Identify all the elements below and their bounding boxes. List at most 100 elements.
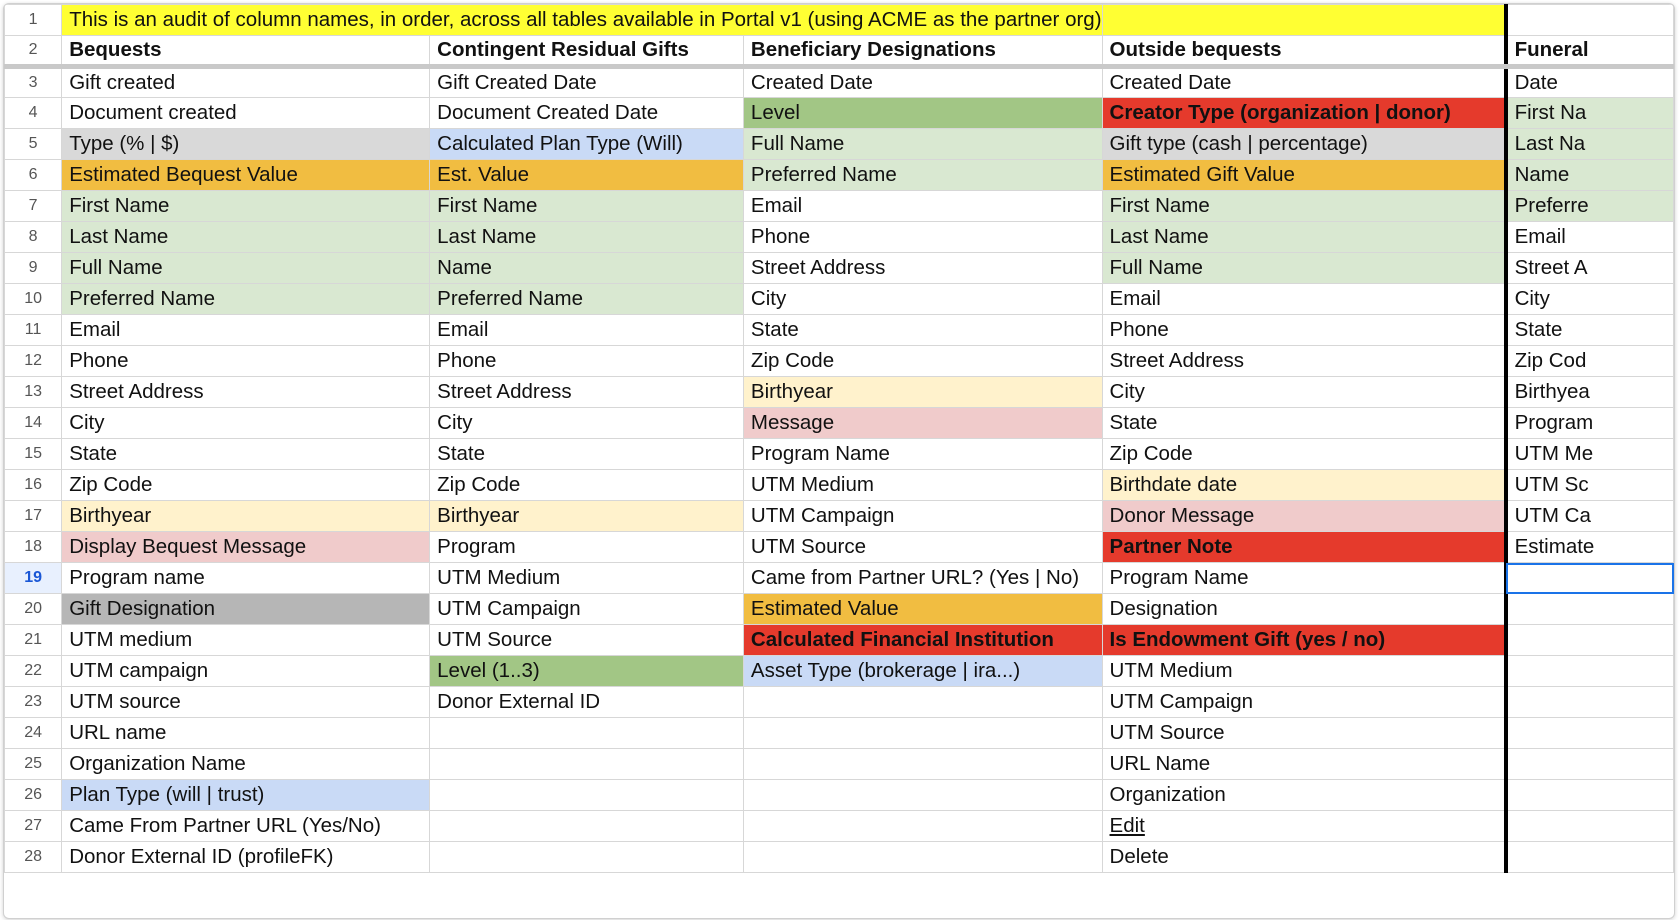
sheet-cell[interactable]: Email <box>1101 283 1507 315</box>
sheet-cell[interactable]: Birthyear <box>429 500 744 532</box>
sheet-cell[interactable]: Display Bequest Message <box>61 531 431 563</box>
sheet-cell[interactable] <box>1503 841 1674 873</box>
sheet-cell[interactable] <box>429 748 744 780</box>
sheet-cell[interactable]: Birthyea <box>1503 376 1674 408</box>
sheet-cell[interactable]: UTM Source <box>1101 717 1507 749</box>
sheet-cell[interactable]: Type (% | $) <box>61 128 431 160</box>
sheet-cell[interactable]: Full Name <box>1101 252 1507 284</box>
sheet-cell[interactable]: Created Date <box>742 66 1103 98</box>
sheet-cell[interactable] <box>1503 779 1674 811</box>
sheet-cell[interactable]: Designation <box>1101 593 1507 625</box>
sheet-cell[interactable]: UTM Medium <box>429 562 744 594</box>
sheet-cell[interactable]: Est. Value <box>429 159 744 191</box>
sheet-cell[interactable]: UTM Medium <box>1101 655 1507 687</box>
column-header[interactable]: Bequests <box>61 35 431 69</box>
sheet-cell[interactable]: State <box>742 314 1103 346</box>
sheet-cell[interactable]: Street Address <box>742 252 1103 284</box>
sheet-cell[interactable]: Street Address <box>61 376 431 408</box>
sheet-cell[interactable]: Creator Type (organization | donor) <box>1101 97 1507 129</box>
sheet-cell[interactable]: Plan Type (will | trust) <box>61 779 431 811</box>
sheet-cell[interactable]: URL Name <box>1101 748 1507 780</box>
sheet-cell[interactable]: Message <box>742 407 1103 439</box>
sheet-cell[interactable]: Partner Note <box>1101 531 1507 563</box>
row-number[interactable]: 13 <box>4 376 63 408</box>
sheet-cell[interactable]: UTM Campaign <box>742 500 1103 532</box>
sheet-cell[interactable]: Phone <box>1101 314 1507 346</box>
sheet-cell[interactable] <box>429 810 744 842</box>
row-number[interactable]: 3 <box>4 66 63 98</box>
sheet-cell[interactable]: Email <box>1503 221 1674 253</box>
sheet-cell[interactable] <box>1503 655 1674 687</box>
sheet-cell[interactable]: UTM Campaign <box>429 593 744 625</box>
sheet-cell[interactable]: Name <box>1503 159 1674 191</box>
sheet-cell[interactable]: UTM Source <box>742 531 1103 563</box>
sheet-cell[interactable]: Zip Code <box>1101 438 1507 470</box>
sheet-cell[interactable]: Zip Cod <box>1503 345 1674 377</box>
sheet-cell[interactable]: Date <box>1503 66 1674 98</box>
sheet-cell[interactable] <box>429 841 744 873</box>
sheet-cell[interactable]: UTM campaign <box>61 655 431 687</box>
sheet-cell[interactable]: State <box>429 438 744 470</box>
sheet-cell[interactable]: Email <box>742 190 1103 222</box>
sheet-cell[interactable]: UTM medium <box>61 624 431 656</box>
sheet-cell[interactable]: State <box>61 438 431 470</box>
row-number[interactable]: 12 <box>4 345 63 377</box>
sheet-cell[interactable]: Gift Created Date <box>429 66 744 98</box>
sheet-cell[interactable]: City <box>429 407 744 439</box>
sheet-cell[interactable]: Program <box>1503 407 1674 439</box>
row-number[interactable]: 26 <box>4 779 63 811</box>
row-number[interactable]: 16 <box>4 469 63 501</box>
row-number[interactable]: 1 <box>4 4 63 36</box>
sheet-cell[interactable]: UTM Medium <box>742 469 1103 501</box>
sheet-cell[interactable]: Zip Code <box>61 469 431 501</box>
sheet-cell[interactable] <box>742 841 1103 873</box>
sheet-cell[interactable]: Organization <box>1101 779 1507 811</box>
sheet-cell[interactable]: URL name <box>61 717 431 749</box>
row-number[interactable]: 28 <box>4 841 63 873</box>
column-header[interactable]: Funeral <box>1503 35 1674 69</box>
row-number[interactable]: 2 <box>4 35 63 69</box>
sheet-cell[interactable]: Phone <box>61 345 431 377</box>
row-number[interactable]: 7 <box>4 190 63 222</box>
sheet-cell[interactable]: First Name <box>61 190 431 222</box>
sheet-cell[interactable]: Came from Partner URL? (Yes | No) <box>742 562 1103 594</box>
sheet-cell[interactable]: Street Address <box>429 376 744 408</box>
sheet-cell[interactable]: Last Name <box>61 221 431 253</box>
row-number[interactable]: 5 <box>4 128 63 160</box>
sheet-cell[interactable]: UTM Sc <box>1503 469 1674 501</box>
sheet-cell[interactable]: Last Name <box>1101 221 1507 253</box>
sheet-cell[interactable]: Asset Type (brokerage | ira...) <box>742 655 1103 687</box>
sheet-cell[interactable]: Gift created <box>61 66 431 98</box>
spreadsheet-grid[interactable]: 1 This is an audit of column names, in o… <box>3 3 1675 919</box>
sheet-cell[interactable]: Estimated Value <box>742 593 1103 625</box>
sheet-cell[interactable]: Donor Message <box>1101 500 1507 532</box>
row-number[interactable]: 6 <box>4 159 63 191</box>
sheet-cell[interactable]: Birthyear <box>742 376 1103 408</box>
sheet-cell[interactable]: Last Name <box>429 221 744 253</box>
sheet-cell[interactable]: City <box>61 407 431 439</box>
sheet-cell[interactable]: Birthdate date <box>1101 469 1507 501</box>
sheet-cell[interactable]: Level (1..3) <box>429 655 744 687</box>
row-number[interactable]: 19 <box>4 562 63 594</box>
sheet-cell[interactable]: Name <box>429 252 744 284</box>
sheet-cell[interactable]: Full Name <box>61 252 431 284</box>
sheet-cell[interactable]: Preferred Name <box>61 283 431 315</box>
sheet-cell[interactable]: Document created <box>61 97 431 129</box>
sheet-cell[interactable]: Organization Name <box>61 748 431 780</box>
sheet-cell[interactable]: State <box>1101 407 1507 439</box>
sheet-cell[interactable]: Last Na <box>1503 128 1674 160</box>
sheet-cell[interactable]: Zip Code <box>429 469 744 501</box>
sheet-cell[interactable]: Street Address <box>1101 345 1507 377</box>
row-number[interactable]: 17 <box>4 500 63 532</box>
sheet-cell[interactable]: City <box>742 283 1103 315</box>
sheet-cell[interactable]: Calculated Plan Type (Will) <box>429 128 744 160</box>
column-header[interactable]: Contingent Residual Gifts <box>429 35 744 69</box>
sheet-cell[interactable] <box>1503 686 1674 718</box>
column-header[interactable]: Beneficiary Designations <box>742 35 1103 69</box>
sheet-cell[interactable]: Email <box>61 314 431 346</box>
row-number[interactable]: 4 <box>4 97 63 129</box>
sheet-cell[interactable]: UTM source <box>61 686 431 718</box>
sheet-cell[interactable] <box>742 810 1103 842</box>
sheet-cell[interactable]: Zip Code <box>742 345 1103 377</box>
sheet-cell[interactable]: Program <box>429 531 744 563</box>
